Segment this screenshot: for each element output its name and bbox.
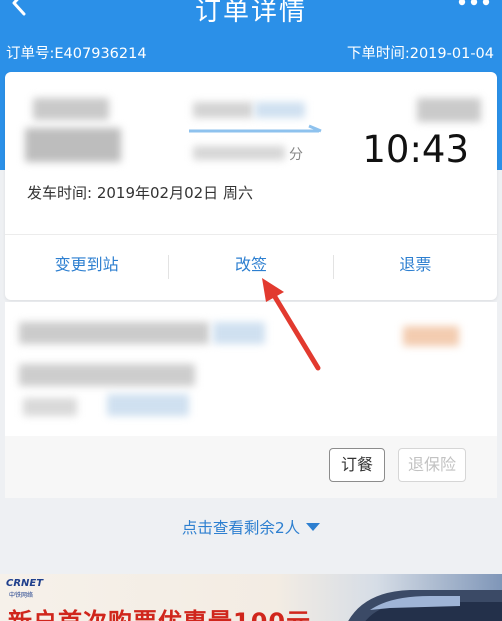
direction-arrow-icon [189, 124, 322, 133]
ticket-type-blurred [23, 398, 77, 416]
arrival-station-blurred [417, 98, 481, 122]
page-title: 订单详情 [194, 0, 307, 27]
departure-station-blurred [33, 98, 109, 120]
promo-banner[interactable]: CRNET 中铁网络 新户首次购票优惠最100元 [0, 574, 502, 621]
show-more-passengers-link[interactable]: 点击查看剩余2人 [0, 516, 502, 538]
change-station-button[interactable]: 变更到站 [5, 235, 168, 300]
train-number-blurred [193, 102, 253, 118]
ticket-card: 分 10:43 发车时间: 2019年02月02日 周六 变更到站 改签 退票 [5, 72, 497, 300]
passenger-name-blurred [19, 322, 209, 344]
departure-time-blurred [25, 128, 121, 162]
seat-number-blurred [107, 394, 189, 416]
show-more-label: 点击查看剩余2人 [181, 519, 301, 537]
annotation-arrow-icon [262, 278, 321, 371]
train-number-blurred-2 [255, 102, 305, 118]
action-bar: 变更到站 改签 退票 [5, 235, 497, 300]
banner-text: 新户首次购票优惠最100元 [8, 602, 311, 621]
refund-insurance-button[interactable]: 退保险 [398, 448, 466, 482]
banner-logo-sub: 中铁网络 [9, 592, 34, 599]
ticket-price-blurred [403, 326, 459, 346]
more-options-icon[interactable] [456, 0, 492, 10]
departure-date: 发车时间: 2019年02月02日 周六 [27, 184, 253, 202]
banner-logo: CRNET [6, 578, 44, 589]
duration-blurred [193, 146, 285, 160]
order-meal-button[interactable]: 订餐 [329, 448, 385, 482]
arrival-time: 10:43 [362, 128, 469, 171]
passenger-info [5, 302, 497, 436]
order-number: 订单号:E407936214 [6, 46, 147, 62]
train-image [348, 590, 502, 621]
order-time: 下单时间:2019-01-04 [346, 46, 494, 62]
duration-unit: 分 [289, 147, 303, 163]
refund-button[interactable]: 退票 [334, 235, 497, 300]
passenger-id-blurred [19, 364, 195, 386]
button-row: 订餐 退保险 [5, 436, 497, 498]
triangle-down-icon [306, 523, 321, 531]
